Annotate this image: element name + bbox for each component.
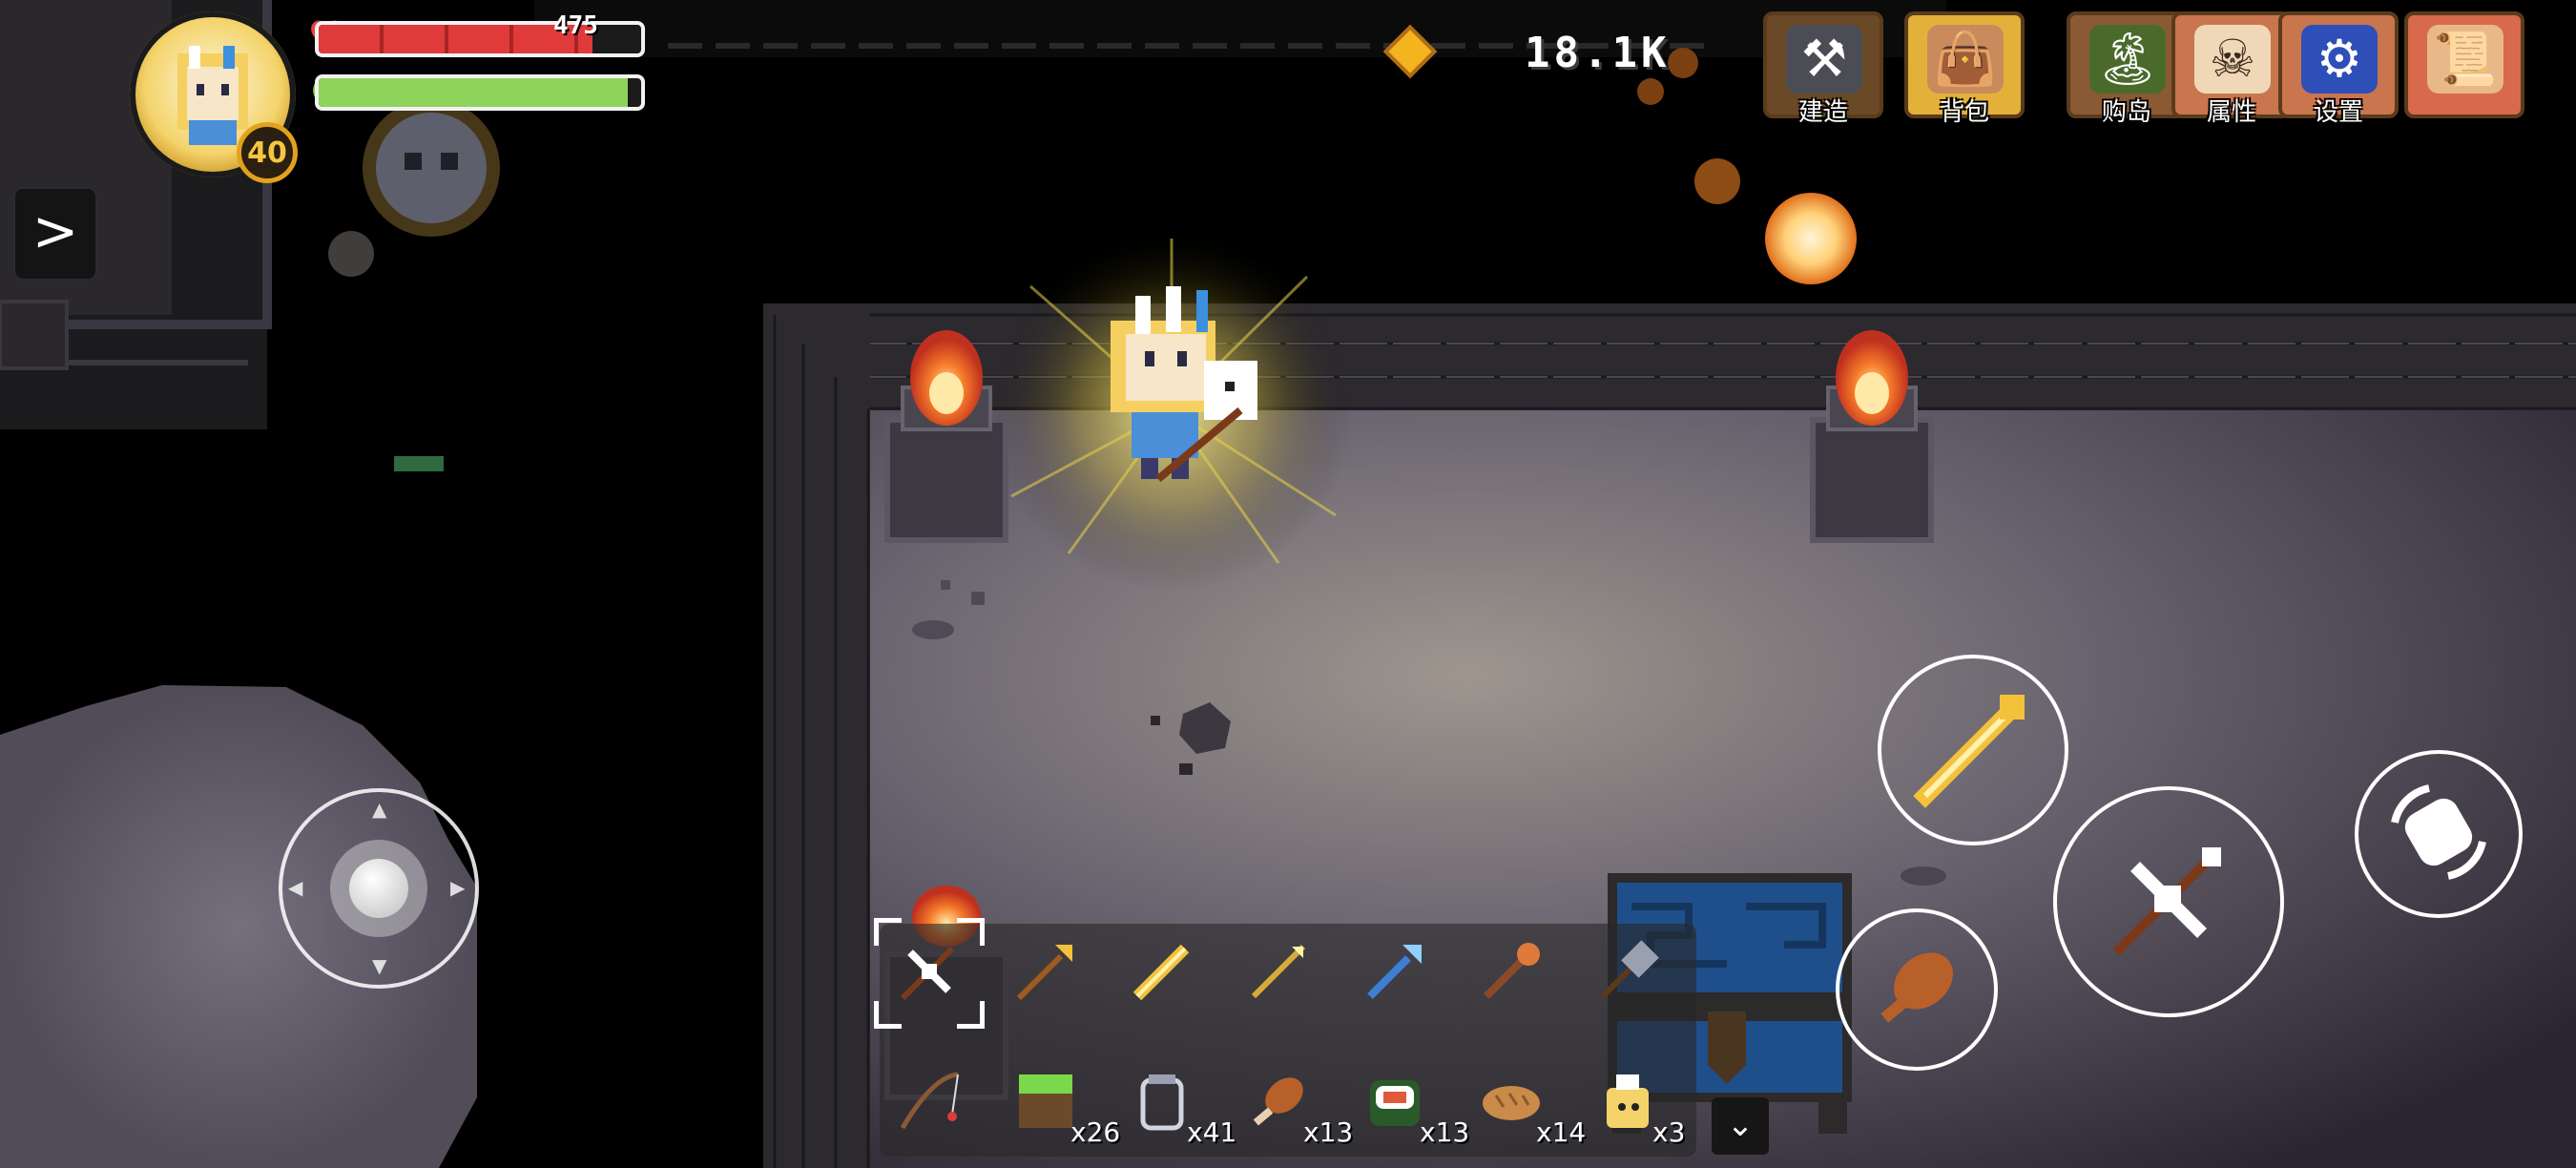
- island-icon: 🏝: [2089, 25, 2166, 94]
- weapon-slot[interactable]: [1114, 926, 1210, 1021]
- item-count: x3: [1652, 1116, 1686, 1148]
- item-slot[interactable]: x41: [1114, 1055, 1236, 1151]
- joystick-up-arrow-icon: ▲: [372, 798, 387, 821]
- selection-bracket: [874, 1001, 902, 1029]
- joystick-knob[interactable]: [349, 859, 408, 918]
- hotbar-expand-button[interactable]: ⌄: [1712, 1097, 1769, 1155]
- war-hammer-icon: [1593, 937, 1662, 1006]
- golden-sword-icon: [1128, 937, 1196, 1006]
- weapon-slot[interactable]: [874, 918, 985, 1029]
- attributes-label: 属性: [2206, 98, 2256, 127]
- backpack-button[interactable]: 👜 背包: [1904, 11, 2025, 127]
- side-panel-toggle-button[interactable]: >: [13, 187, 97, 281]
- crossbow-icon: [2097, 828, 2240, 975]
- joystick-down-arrow-icon: ▼: [372, 954, 387, 977]
- roll-icon: [2381, 775, 2496, 893]
- ice-trident-icon: [1361, 937, 1429, 1006]
- item-slot[interactable]: [882, 1055, 977, 1151]
- weapon-slot[interactable]: [998, 926, 1093, 1021]
- joystick-left-arrow-icon: ◀: [288, 876, 303, 899]
- fire-staff-icon: [1477, 937, 1546, 1006]
- attack-button[interactable]: [2053, 786, 2284, 1017]
- level-badge: 40: [237, 122, 298, 183]
- build-label: 建造: [1797, 98, 1848, 127]
- roast-meat-icon: [1864, 935, 1969, 1044]
- build-button[interactable]: ⚒ 建造: [1763, 11, 1883, 127]
- item-slot[interactable]: x13: [1231, 1055, 1353, 1151]
- bag-icon: 👜: [1927, 25, 2004, 94]
- buy-island-label: 购岛: [2101, 98, 2151, 127]
- golden-lance-icon: [1244, 937, 1313, 1006]
- fishing-rod-icon: [895, 1067, 964, 1136]
- skill-sword-button[interactable]: [1878, 655, 2068, 845]
- item-count: x14: [1536, 1116, 1587, 1148]
- health-bar-fill: [319, 25, 593, 53]
- buy-island-button[interactable]: 🏝 购岛: [2067, 11, 2187, 127]
- scroll-skull-icon: ☠: [2194, 25, 2271, 94]
- golden-spear-icon: [1011, 937, 1080, 1006]
- item-count: x13: [1420, 1116, 1470, 1148]
- item-slot[interactable]: x3: [1580, 1055, 1685, 1151]
- crossbow-icon: [895, 937, 964, 1006]
- selection-bracket: [874, 918, 902, 946]
- gear-icon: ⚙: [2301, 25, 2378, 94]
- ghost-enemy: [328, 99, 500, 277]
- item-slot[interactable]: x13: [1347, 1055, 1469, 1151]
- item-slot[interactable]: x26: [998, 1055, 1120, 1151]
- map-scroll-icon: 📜: [2427, 25, 2503, 94]
- selection-bracket: [957, 1001, 985, 1029]
- item-count: x26: [1070, 1116, 1121, 1148]
- item-slot[interactable]: x14: [1464, 1055, 1586, 1151]
- dodge-roll-button[interactable]: [2355, 750, 2523, 918]
- settings-button[interactable]: ⚙ 设置: [2278, 11, 2399, 127]
- weapon-slot[interactable]: [1231, 926, 1326, 1021]
- weapon-slot[interactable]: [1347, 926, 1443, 1021]
- map-button[interactable]: 📜: [2404, 11, 2524, 118]
- currency-value: 18.1K: [1525, 29, 1671, 77]
- settings-label: 设置: [2313, 98, 2363, 127]
- mana-bar-fill: [319, 78, 629, 107]
- health-value: 475: [553, 11, 598, 40]
- joystick-right-arrow-icon: ▶: [450, 876, 466, 899]
- golden-sword-icon: [1906, 681, 2040, 819]
- quick-item-button[interactable]: [1836, 908, 1998, 1071]
- anvil-icon: ⚒: [1786, 25, 1862, 94]
- mana-bar: [315, 74, 645, 111]
- weapon-slot[interactable]: [1464, 926, 1559, 1021]
- item-count: x41: [1187, 1116, 1237, 1148]
- backpack-label: 背包: [1939, 98, 1989, 127]
- selection-bracket: [957, 918, 985, 946]
- attributes-button[interactable]: ☠ 属性: [2171, 11, 2292, 127]
- item-count: x13: [1303, 1116, 1354, 1148]
- weapon-slot[interactable]: [1580, 926, 1675, 1021]
